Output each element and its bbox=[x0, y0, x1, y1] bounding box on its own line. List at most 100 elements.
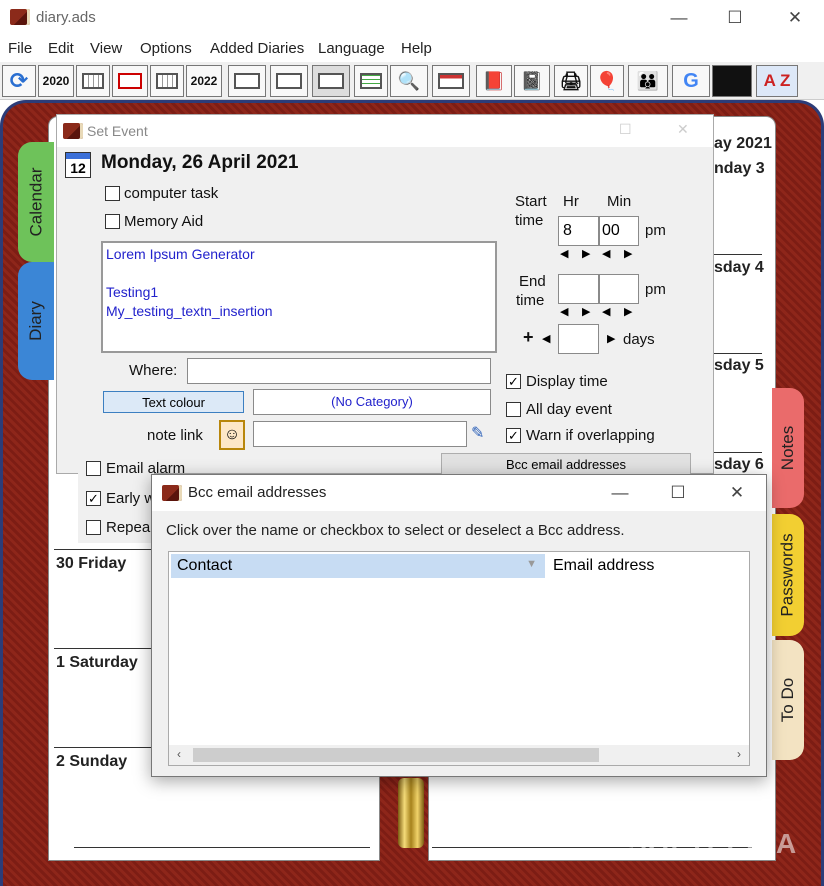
start-min-up-icon[interactable]: ▶ bbox=[624, 247, 632, 260]
search-icon[interactable]: 🔍 bbox=[390, 65, 428, 97]
week-view-icon[interactable] bbox=[270, 65, 308, 97]
memory-aid-checkbox[interactable] bbox=[105, 214, 120, 229]
menu-options[interactable]: Options bbox=[140, 40, 192, 57]
contact-column-header[interactable]: Contact ▼ bbox=[171, 554, 545, 578]
right-day-4[interactable]: sday 4 bbox=[714, 259, 764, 277]
early-warning-label[interactable]: Early w bbox=[106, 490, 155, 507]
left-day-2[interactable]: 2 Sunday bbox=[56, 753, 127, 771]
display-time-label[interactable]: Display time bbox=[526, 373, 608, 390]
prev-month-icon[interactable] bbox=[76, 65, 110, 97]
warn-overlap-label[interactable]: Warn if overlapping bbox=[526, 427, 655, 444]
day-view-icon[interactable] bbox=[228, 65, 266, 97]
list-view-icon[interactable] bbox=[354, 65, 388, 97]
tab-passwords[interactable]: Passwords bbox=[772, 514, 804, 636]
scroll-right-icon[interactable]: › bbox=[737, 747, 741, 761]
scrollbar-thumb[interactable] bbox=[193, 748, 599, 762]
bcc-dialog-icon bbox=[162, 485, 182, 501]
notebook-icon[interactable]: 📓 bbox=[514, 65, 550, 97]
right-day-6[interactable]: sday 6 bbox=[714, 456, 764, 474]
all-day-label[interactable]: All day event bbox=[526, 401, 612, 418]
category-field[interactable]: (No Category) bbox=[253, 389, 491, 415]
birthday-icon[interactable]: 🎈 bbox=[590, 65, 624, 97]
portrait-icon[interactable]: ☺ bbox=[219, 420, 245, 450]
min-label: Min bbox=[607, 193, 632, 210]
event-notes-textarea[interactable]: Lorem Ipsum Generator Testing1 My_testin… bbox=[101, 241, 497, 353]
google-icon[interactable]: G bbox=[672, 65, 710, 97]
start-min-down-icon[interactable]: ◀ bbox=[602, 247, 610, 260]
start-hour-down-icon[interactable]: ◀ bbox=[560, 247, 568, 260]
days-input[interactable] bbox=[558, 324, 599, 354]
minimize-button[interactable]: — bbox=[650, 0, 708, 36]
end-min-up-icon[interactable]: ▶ bbox=[624, 305, 632, 318]
chevron-down-icon[interactable]: ▼ bbox=[526, 558, 537, 570]
end-min-down-icon[interactable]: ◀ bbox=[602, 305, 610, 318]
prev-year-button[interactable]: 2020 bbox=[38, 65, 74, 97]
start-minute-input[interactable]: 00 bbox=[599, 216, 639, 246]
start-hour-input[interactable]: 8 bbox=[558, 216, 599, 246]
end-hour-down-icon[interactable]: ◀ bbox=[560, 305, 568, 318]
family-icon[interactable]: 👪 bbox=[628, 65, 668, 97]
end-hour-up-icon[interactable]: ▶ bbox=[582, 305, 590, 318]
repeat-label[interactable]: Repea bbox=[106, 519, 150, 536]
edit-pencil-icon[interactable]: ✎ bbox=[471, 423, 484, 443]
bcc-email-button[interactable]: Bcc email addresses bbox=[441, 453, 691, 475]
tab-diary[interactable]: Diary bbox=[18, 262, 54, 380]
memory-aid-label[interactable]: Memory Aid bbox=[124, 213, 203, 230]
softpedia-watermark: SOFTPEDIA bbox=[628, 828, 798, 859]
menu-edit[interactable]: Edit bbox=[48, 40, 74, 57]
set-event-titlebar: Set Event ☐ ✕ bbox=[57, 115, 713, 147]
sort-az-button[interactable]: A Z bbox=[756, 65, 798, 97]
address-book-icon[interactable]: 📕 bbox=[476, 65, 512, 97]
bcc-close-button[interactable]: ✕ bbox=[708, 475, 766, 511]
end-minute-input[interactable] bbox=[599, 274, 639, 304]
next-month-icon[interactable] bbox=[150, 65, 184, 97]
tab-notes[interactable]: Notes bbox=[772, 388, 804, 508]
menu-added-diaries[interactable]: Added Diaries bbox=[210, 40, 304, 57]
start-label-2: time bbox=[515, 212, 544, 229]
horizontal-scrollbar[interactable]: ‹ › bbox=[169, 745, 749, 765]
tab-calendar[interactable]: Calendar bbox=[18, 142, 54, 262]
menu-file[interactable]: File bbox=[8, 40, 32, 57]
next-year-button[interactable]: 2022 bbox=[186, 65, 222, 97]
right-day-5[interactable]: sday 5 bbox=[714, 357, 764, 375]
scroll-left-icon[interactable]: ‹ bbox=[177, 747, 181, 761]
warn-overlap-checkbox[interactable]: ✓ bbox=[506, 428, 521, 443]
computer-task-checkbox[interactable] bbox=[105, 186, 120, 201]
computer-task-label[interactable]: computer task bbox=[124, 185, 218, 202]
text-colour-button[interactable]: Text colour bbox=[103, 391, 244, 413]
right-day-3[interactable]: nday 3 bbox=[714, 160, 765, 178]
all-day-checkbox[interactable] bbox=[506, 402, 521, 417]
planner-icon[interactable] bbox=[432, 65, 470, 97]
menu-view[interactable]: View bbox=[90, 40, 122, 57]
tips-icon[interactable] bbox=[712, 65, 752, 97]
end-hour-input[interactable] bbox=[558, 274, 599, 304]
start-hour-up-icon[interactable]: ▶ bbox=[582, 247, 590, 260]
bcc-maximize-button[interactable]: ☐ bbox=[650, 475, 706, 511]
days-down-icon[interactable]: ◀ bbox=[542, 332, 550, 345]
repeat-checkbox[interactable] bbox=[86, 520, 101, 535]
left-day-1[interactable]: 1 Saturday bbox=[56, 654, 138, 672]
calendar-date-icon[interactable]: 12 bbox=[65, 152, 91, 178]
bcc-minimize-button[interactable]: — bbox=[592, 475, 648, 511]
menu-language[interactable]: Language bbox=[318, 40, 385, 57]
print-icon[interactable]: 🖨 bbox=[554, 65, 588, 97]
set-event-icon bbox=[63, 123, 83, 139]
where-input[interactable] bbox=[187, 358, 491, 384]
menu-bar: File Edit View Options Added Diaries Lan… bbox=[0, 36, 824, 62]
today-icon[interactable] bbox=[112, 65, 148, 97]
bcc-address-list[interactable]: Contact ▼ Email address ‹ › bbox=[168, 551, 750, 766]
refresh-icon[interactable]: ⟳ bbox=[2, 65, 36, 97]
display-time-checkbox[interactable]: ✓ bbox=[506, 374, 521, 389]
left-day-30[interactable]: 30 Friday bbox=[56, 555, 126, 573]
maximize-button[interactable]: ☐ bbox=[706, 0, 764, 36]
days-up-icon[interactable]: ▶ bbox=[607, 332, 615, 345]
menu-help[interactable]: Help bbox=[401, 40, 432, 57]
email-column-header[interactable]: Email address bbox=[553, 554, 654, 578]
note-link-input[interactable] bbox=[253, 421, 467, 447]
month-view-icon[interactable] bbox=[312, 65, 350, 97]
close-button[interactable]: ✕ bbox=[766, 0, 824, 36]
tab-todo[interactable]: To Do bbox=[772, 640, 804, 760]
email-alarm-checkbox[interactable] bbox=[86, 461, 101, 476]
early-warning-checkbox[interactable]: ✓ bbox=[86, 491, 101, 506]
main-titlebar: diary.ads — ☐ ✕ bbox=[0, 0, 824, 36]
